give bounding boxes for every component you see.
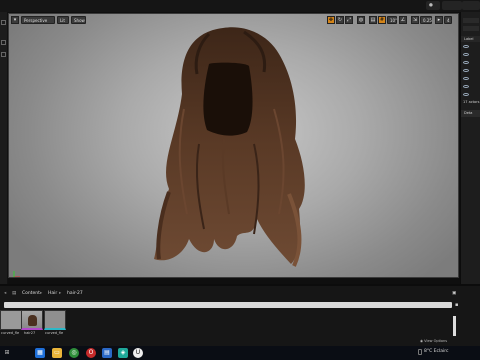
breadcrumb-content[interactable]: Content	[22, 291, 40, 296]
outliner-tab[interactable]	[463, 18, 479, 23]
scrollbar[interactable]	[453, 316, 456, 336]
hair-thumbnail-icon	[28, 315, 37, 326]
app-icon[interactable]: ◈	[118, 348, 128, 358]
store-icon[interactable]: ▤	[102, 348, 112, 358]
folder-icon[interactable]: ▭	[52, 348, 62, 358]
left-toolbar-panel	[0, 12, 8, 284]
lock-icon[interactable]: ▣	[452, 291, 456, 296]
breadcrumb-hair-27[interactable]: hair-27	[67, 291, 83, 296]
opera-icon[interactable]: O	[86, 348, 96, 358]
select-mode-icon[interactable]	[1, 20, 6, 25]
source-control-icon[interactable]: ●	[426, 1, 440, 10]
breadcrumb-separator-icon: ▸	[40, 291, 43, 296]
breadcrumb-separator-icon: ▸	[59, 291, 62, 296]
visibility-eye-icon[interactable]	[463, 93, 469, 96]
paint-mode-icon[interactable]	[1, 52, 6, 57]
filter-settings-icon[interactable]: ▪	[455, 302, 461, 308]
view-options-button[interactable]: ◉ View Options	[420, 339, 447, 343]
view-options-label: View Options	[424, 339, 448, 343]
file-explorer-icon[interactable]: ▦	[35, 348, 45, 358]
outliner-panel: Label 17 actors Deta	[460, 12, 480, 284]
actor-count-text: 17 actors	[463, 100, 480, 104]
asset-label: curved_fle	[1, 331, 20, 335]
asset-thumbnail[interactable]	[21, 310, 43, 330]
axis-gizmo	[13, 270, 20, 277]
breadcrumb-hair[interactable]: Hair	[48, 291, 57, 296]
visibility-eye-icon[interactable]	[463, 85, 469, 88]
window-menu-button[interactable]	[462, 1, 480, 10]
system-tray-text: 8°C Eclairc	[424, 349, 449, 354]
axis-gizmo-icon	[13, 271, 20, 277]
editor-menu-button[interactable]	[442, 1, 462, 10]
hair-model-render	[154, 27, 305, 267]
weather-icon	[418, 349, 422, 355]
history-back-icon[interactable]: ◂	[4, 291, 6, 296]
place-mode-icon[interactable]	[1, 40, 6, 45]
asset-search-input[interactable]	[4, 302, 452, 308]
os-taskbar: ⊞ ▦ ▭ ◎ O ▤ ◈ U 8°C Eclairc	[0, 346, 480, 360]
visibility-eye-icon[interactable]	[463, 45, 469, 48]
folder-icon: ▤	[12, 291, 17, 296]
outliner-search[interactable]	[463, 26, 479, 31]
actor-count: 17 actors	[463, 100, 479, 104]
content-browser: ◂ ▤ Content ▸ Hair ▸ hair-27 ▣ ▪ curved_…	[0, 284, 480, 348]
start-menu-icon[interactable]: ⊞	[2, 348, 12, 358]
asset-label: curved_fle	[45, 331, 64, 335]
editor-top-bar: ●	[0, 0, 480, 12]
visibility-eye-icon[interactable]	[463, 61, 469, 64]
outliner-header-label: Label	[464, 37, 474, 41]
chrome-icon[interactable]: ◎	[69, 348, 79, 358]
outliner-header: Label	[461, 36, 480, 42]
asset-label: hair27	[24, 331, 36, 335]
details-tab[interactable]: Deta	[461, 110, 480, 117]
visibility-eye-icon[interactable]	[463, 53, 469, 56]
asset-thumbnail[interactable]	[0, 310, 22, 330]
visibility-eye-icon[interactable]	[463, 69, 469, 72]
asset-thumbnail[interactable]	[44, 310, 66, 330]
level-viewport[interactable]: ▾ Perspective Lit Show ✥ ↻ ⤢ ◍ ▤ # 10° ∠…	[8, 13, 459, 278]
details-tab-label: Deta	[464, 111, 473, 115]
unreal-engine-icon[interactable]: U	[133, 348, 143, 358]
breadcrumb: ◂ ▤ Content ▸ Hair ▸ hair-27 ▣	[0, 290, 462, 299]
visibility-eye-icon[interactable]	[463, 77, 469, 80]
